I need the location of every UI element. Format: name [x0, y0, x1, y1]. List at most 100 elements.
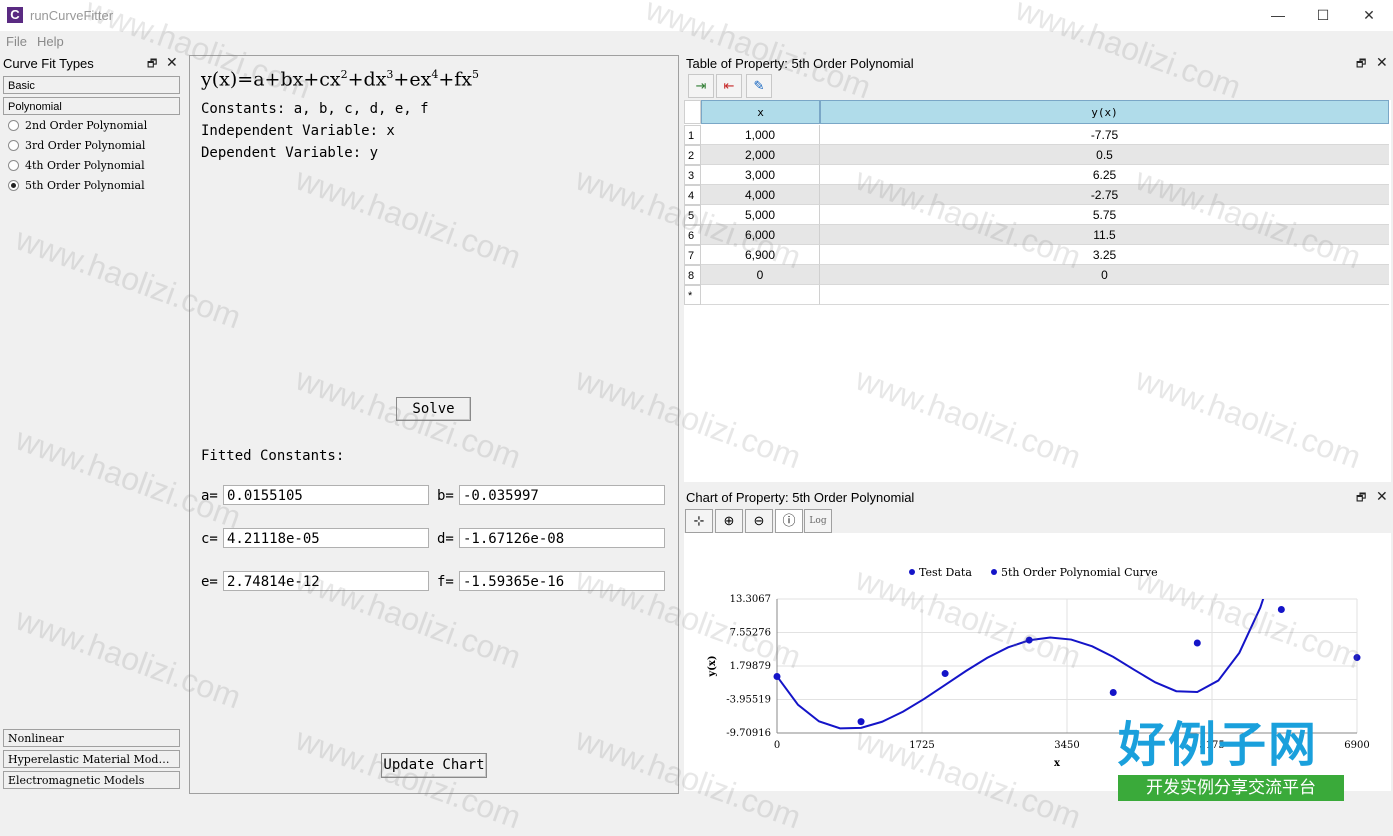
row-header[interactable]: 8 — [684, 265, 701, 285]
import-icon[interactable]: ⇥ — [688, 74, 714, 98]
menu-help[interactable]: Help — [37, 34, 64, 49]
constant-f-field[interactable]: -1.59365e-16 — [459, 571, 665, 591]
table-cell-y[interactable]: -7.75 — [820, 125, 1389, 145]
export-icon[interactable]: ⇤ — [716, 74, 742, 98]
window-title: runCurveFitter — [30, 8, 114, 23]
row-header[interactable]: 6 — [684, 225, 701, 245]
x-tick-label: 0 — [774, 740, 780, 751]
x-tick-label: 1725 — [909, 740, 934, 751]
row-header[interactable]: 1 — [684, 125, 701, 145]
radio-label: 2nd Order Polynomial — [25, 119, 148, 132]
test-data-point — [941, 670, 949, 678]
column-header-y[interactable]: y(x) — [820, 100, 1389, 124]
fit-view-icon[interactable]: ⊹ — [685, 509, 713, 533]
zoom-out-icon[interactable]: ⊖ — [745, 509, 773, 533]
close-button[interactable]: ✕ — [1346, 4, 1392, 26]
y-tick-label: 1.79879 — [730, 661, 771, 672]
table-cell-y[interactable]: 0 — [820, 265, 1389, 285]
column-header-x[interactable]: x — [701, 100, 820, 124]
legend-entry: 5th Order Polynomial Curve — [1001, 566, 1158, 579]
row-header[interactable]: 2 — [684, 145, 701, 165]
restore-icon[interactable]: 🗗 — [1356, 55, 1366, 74]
close-icon[interactable]: ✕ — [1376, 488, 1388, 505]
close-icon[interactable]: ✕ — [1376, 54, 1388, 71]
menu-file[interactable]: File — [6, 34, 27, 49]
update-chart-button[interactable]: Update Chart — [381, 753, 487, 778]
zoom-in-icon[interactable]: ⊕ — [715, 509, 743, 533]
restore-icon[interactable]: 🗗 — [147, 55, 157, 74]
independent-variable-label: Independent Variable: x — [201, 123, 395, 139]
row-header[interactable]: 4 — [684, 185, 701, 205]
category-polynomial[interactable]: Polynomial — [3, 97, 180, 115]
minimize-button[interactable]: — — [1255, 4, 1301, 26]
legend-marker — [991, 569, 997, 575]
radio-3rd-order[interactable] — [8, 140, 19, 151]
radio-label: 4th Order Polynomial — [25, 159, 145, 172]
table-cell-y[interactable]: 11.5 — [820, 225, 1389, 245]
equation-panel — [189, 55, 679, 794]
clear-icon[interactable]: ✎ — [746, 74, 772, 98]
table-cell-x[interactable]: 6,000 — [701, 225, 820, 245]
x-tick-label: 3450 — [1054, 740, 1079, 751]
y-axis-label: y(x) — [707, 655, 718, 677]
info-icon[interactable]: ⓘ — [775, 509, 803, 533]
log-scale-button[interactable]: Log — [804, 509, 832, 533]
radio-4th-order[interactable] — [8, 160, 19, 171]
close-icon[interactable]: ✕ — [166, 54, 178, 71]
constant-e-field[interactable]: 2.74814e-12 — [223, 571, 429, 591]
test-data-point — [1353, 654, 1361, 662]
table-cell-x[interactable]: 0 — [701, 265, 820, 285]
table-cell-x[interactable]: 2,000 — [701, 145, 820, 165]
y-tick-label: -9.70916 — [726, 728, 771, 739]
equation-formula: y(x)=a+bx+cx2+dx3+ex4+fx5 — [201, 68, 479, 91]
table-cell-x[interactable]: 6,900 — [701, 245, 820, 265]
constant-a-field[interactable]: 0.0155105 — [223, 485, 429, 505]
table-cell-y[interactable]: 5.75 — [820, 205, 1389, 225]
new-row-cell[interactable] — [820, 285, 1389, 305]
table-cell-y[interactable]: 3.25 — [820, 245, 1389, 265]
table-corner[interactable] — [684, 100, 701, 124]
category-nonlinear[interactable]: Nonlinear — [3, 729, 180, 747]
test-data-point — [773, 672, 781, 680]
logo-subtitle: 开发实例分享交流平台 — [1118, 775, 1344, 801]
menu-bar — [0, 31, 1393, 52]
x-tick-label: 6900 — [1344, 740, 1369, 751]
new-row-header[interactable]: * — [684, 285, 701, 305]
table-cell-y[interactable]: 6.25 — [820, 165, 1389, 185]
table-cell-y[interactable]: 0.5 — [820, 145, 1389, 165]
app-icon: C — [7, 7, 23, 23]
x-axis-label: x — [1054, 758, 1061, 769]
row-header[interactable]: 5 — [684, 205, 701, 225]
row-header[interactable]: 7 — [684, 245, 701, 265]
row-header[interactable]: 3 — [684, 165, 701, 185]
y-tick-label: 13.3067 — [730, 594, 771, 605]
radio-5th-order[interactable] — [8, 180, 19, 191]
site-logo: 好例子网 开发实例分享交流平台 — [1118, 715, 1344, 805]
table-cell-y[interactable]: -2.75 — [820, 185, 1389, 205]
new-row-cell[interactable] — [701, 285, 820, 305]
test-data-point — [1277, 606, 1285, 614]
field-label: d= — [437, 531, 454, 547]
restore-icon[interactable]: 🗗 — [1356, 489, 1366, 508]
field-label: b= — [437, 488, 454, 504]
table-panel-title: Table of Property: 5th Order Polynomial — [686, 56, 914, 71]
radio-label: 3rd Order Polynomial — [25, 139, 146, 152]
field-label: c= — [201, 531, 218, 547]
constant-c-field[interactable]: 4.21118e-05 — [223, 528, 429, 548]
category-hyperelastic[interactable]: Hyperelastic Material Mod… — [3, 750, 180, 768]
logo-title: 好例子网 — [1118, 717, 1319, 773]
table-cell-x[interactable]: 4,000 — [701, 185, 820, 205]
radio-label: 5th Order Polynomial — [25, 179, 145, 192]
solve-button[interactable]: Solve — [396, 397, 471, 421]
constant-b-field[interactable]: -0.035997 — [459, 485, 665, 505]
table-cell-x[interactable]: 3,000 — [701, 165, 820, 185]
category-basic[interactable]: Basic — [3, 76, 180, 94]
table-cell-x[interactable]: 1,000 — [701, 125, 820, 145]
maximize-button[interactable]: ☐ — [1300, 4, 1346, 26]
constants-label: Constants: a, b, c, d, e, f — [201, 101, 429, 117]
radio-2nd-order[interactable] — [8, 120, 19, 131]
category-electromagnetic[interactable]: Electromagnetic Models — [3, 771, 180, 789]
field-label: a= — [201, 488, 218, 504]
table-cell-x[interactable]: 5,000 — [701, 205, 820, 225]
constant-d-field[interactable]: -1.67126e-08 — [459, 528, 665, 548]
